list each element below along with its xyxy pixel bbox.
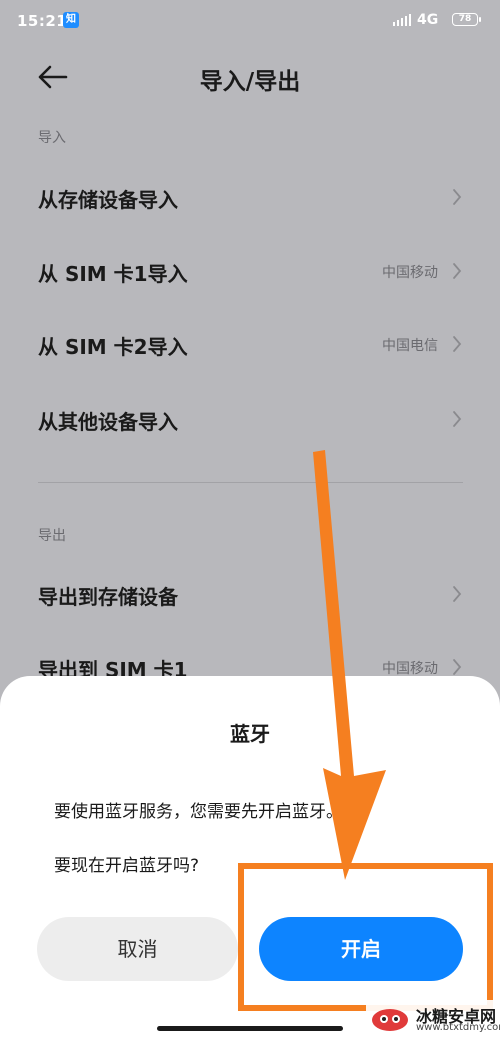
enable-bluetooth-button[interactable]: 开启 (259, 917, 463, 981)
network-type: 4G (417, 12, 439, 28)
carrier-label: 中国移动 (382, 265, 438, 281)
status-time: 15:21 (17, 12, 68, 30)
row-label: 从存储设备导入 (38, 188, 178, 212)
export-section-label: 导出 (38, 528, 66, 544)
home-indicator[interactable] (157, 1026, 343, 1031)
row-label: 从其他设备导入 (38, 410, 178, 434)
dialog-title: 蓝牙 (230, 722, 270, 746)
battery-icon: 78 (452, 13, 481, 26)
import-from-other-device-row[interactable]: 从其他设备导入 (0, 388, 500, 448)
carrier-label: 中国电信 (382, 338, 438, 354)
row-label: 从 SIM 卡1导入 (38, 262, 188, 286)
page-title: 导入/导出 (199, 69, 301, 95)
section-divider (38, 482, 463, 483)
signal-icon (393, 14, 411, 26)
row-label: 从 SIM 卡2导入 (38, 335, 188, 359)
import-from-sim1-row[interactable]: 从 SIM 卡1导入 中国移动 (0, 240, 500, 300)
watermark-logo-icon (372, 1009, 408, 1031)
chevron-right-icon (453, 411, 462, 427)
import-from-storage-row[interactable]: 从存储设备导入 (0, 166, 500, 226)
dialog-message: 要使用蓝牙服务，您需要先开启蓝牙。 (54, 802, 343, 822)
app-header: 导入/导出 (0, 48, 500, 104)
chevron-right-icon (453, 586, 462, 602)
chevron-right-icon (453, 659, 462, 675)
chevron-right-icon (453, 189, 462, 205)
carrier-label: 中国移动 (382, 661, 438, 677)
chevron-right-icon (453, 263, 462, 279)
import-section-label: 导入 (38, 130, 66, 146)
chevron-right-icon (453, 336, 462, 352)
status-bar: 15:21 知 4G 78 (0, 0, 500, 42)
export-to-storage-row[interactable]: 导出到存储设备 (0, 563, 500, 623)
import-from-sim2-row[interactable]: 从 SIM 卡2导入 中国电信 (0, 313, 500, 373)
row-label: 导出到存储设备 (38, 585, 178, 609)
dialog-question: 要现在开启蓝牙吗? (54, 856, 200, 876)
cancel-button[interactable]: 取消 (37, 917, 238, 981)
watermark-url: www.btxtdmy.com (416, 1022, 500, 1033)
bluetooth-dialog: 蓝牙 要使用蓝牙服务，您需要先开启蓝牙。 要现在开启蓝牙吗? 取消 开启 (0, 676, 500, 1039)
zhihu-notification-icon: 知 (63, 12, 79, 28)
site-watermark: 冰糖安卓网 www.btxtdmy.com (366, 1000, 500, 1039)
